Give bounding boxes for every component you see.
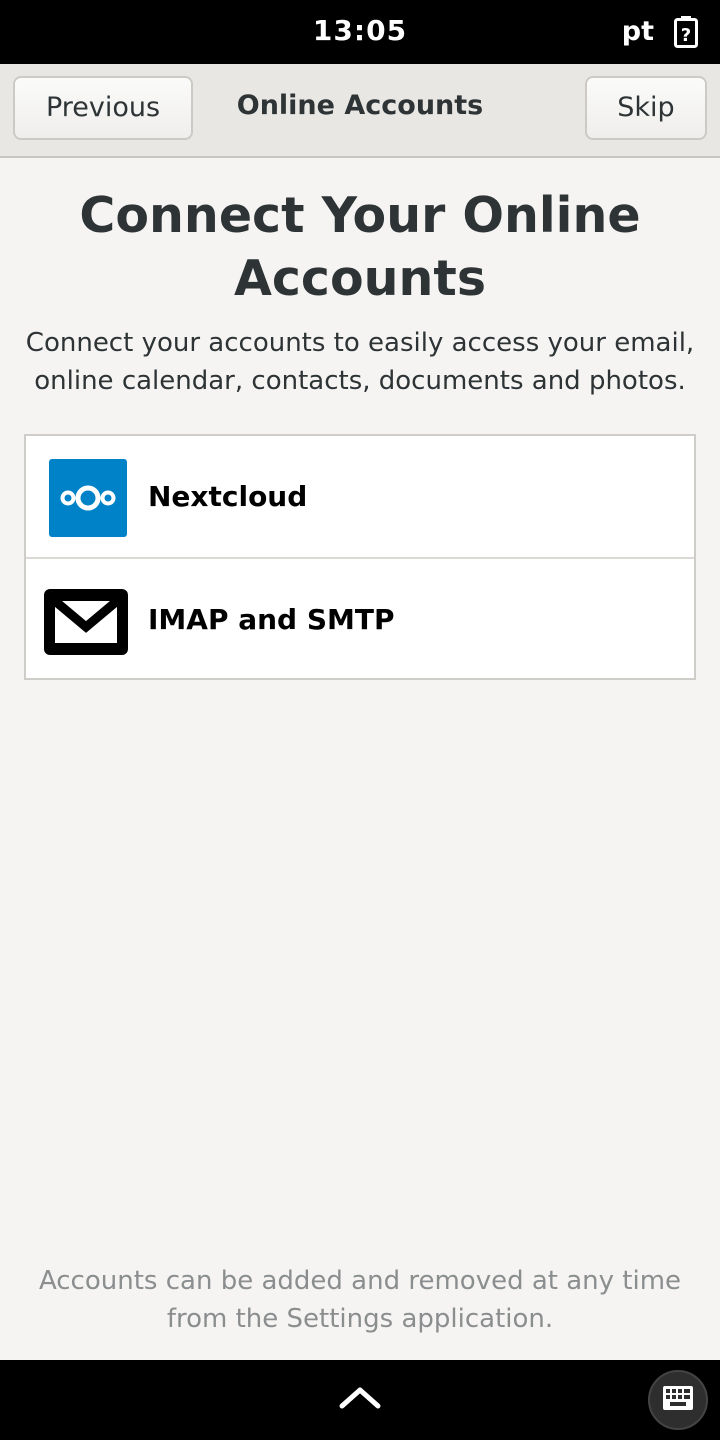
account-row-imap-smtp[interactable]: IMAP and SMTP [26,557,694,678]
account-label: Nextcloud [148,480,308,513]
keyboard-toggle-button[interactable] [648,1370,708,1430]
footer-note: Accounts can be added and removed at any… [38,1266,682,1334]
bottom-bar [0,1360,720,1440]
page-title: Connect Your Online Accounts [79,187,641,307]
account-row-nextcloud[interactable]: Nextcloud [26,436,694,557]
status-bar: 13:05 pt ? [0,0,720,64]
header-bar: Previous Online Accounts Skip [0,64,720,158]
nextcloud-icon [46,456,130,537]
svg-text:?: ? [681,25,691,46]
clock: 13:05 [312,14,408,47]
battery-unknown-icon: ? [674,16,698,48]
chevron-up-icon[interactable] [336,1382,384,1412]
page-subtitle: Connect your accounts to easily access y… [25,328,695,396]
skip-button[interactable]: Skip [585,76,707,140]
keyboard-icon [663,1386,693,1410]
account-label: IMAP and SMTP [148,603,395,636]
mail-envelope-icon [44,579,130,659]
account-provider-list: Nextcloud IMAP and SMTP [24,434,696,680]
keyboard-layout-indicator[interactable]: pt [622,16,654,47]
